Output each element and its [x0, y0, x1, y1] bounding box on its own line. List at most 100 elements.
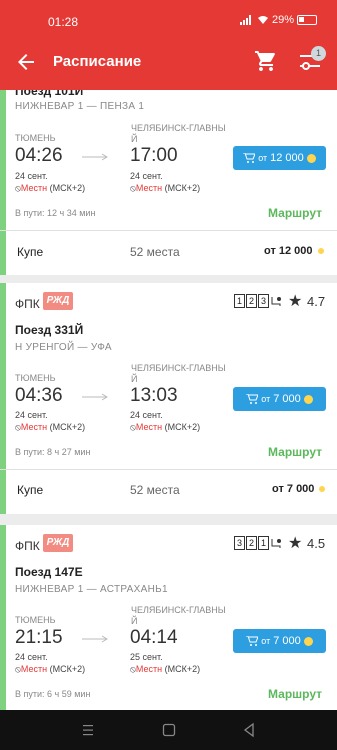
status-bar: 01:28 29%	[0, 0, 337, 36]
arrival-date: 24 сент.	[130, 410, 163, 420]
status-time: 01:28	[48, 15, 79, 29]
local-time-label: Местн	[135, 664, 163, 674]
seat-icon	[271, 297, 281, 306]
arrival-time: 13:03	[130, 385, 178, 406]
class-badge: 3	[234, 536, 245, 550]
msk-offset: (МСК+2)	[162, 664, 201, 674]
class-badge: 2	[246, 294, 257, 308]
price-button[interactable]: от 7 000	[233, 387, 326, 411]
class-price: от 7 000	[272, 483, 326, 495]
train-name: Поезд 147Е	[15, 565, 83, 579]
msk-offset: (МСК+2)	[47, 664, 86, 674]
ticket-card[interactable]: ФПК РЖД 123 ★ 4.7 Поезд 331Й Н УРЕНГОЙ —…	[0, 283, 337, 514]
class-name: Купе	[17, 245, 44, 259]
coin-icon	[319, 486, 326, 493]
arrival-date: 25 сент.	[130, 652, 163, 662]
train-name: Поезд 331Й	[15, 323, 84, 337]
class-price-value: от 7 000	[272, 483, 315, 495]
route-link[interactable]: Маршрут	[268, 687, 322, 701]
travel-time: В пути: 12 ч 34 мин	[15, 208, 96, 218]
cart-icon[interactable]	[254, 49, 278, 73]
price-value: 7 000	[273, 635, 301, 647]
local-time-label: Местн	[20, 664, 48, 674]
price-value: 7 000	[273, 393, 301, 405]
departure-time: 04:36	[15, 385, 63, 406]
msk-offset: (МСК+2)	[47, 422, 86, 432]
carrier-name: ФПК	[15, 539, 40, 553]
menu-icon[interactable]	[80, 722, 96, 738]
class-price-value: от 12 000	[264, 245, 313, 257]
arrow-right-icon	[82, 153, 108, 161]
arrival-tz: ⦸Местн (МСК+2)	[130, 183, 201, 193]
route-link[interactable]: Маршрут	[268, 445, 322, 459]
coin-icon	[317, 248, 324, 255]
rating-value: 4.7	[307, 294, 326, 309]
departure-date: 24 сент.	[15, 652, 48, 662]
price-prefix: от	[258, 153, 268, 163]
status-icons: 29%	[239, 14, 317, 26]
local-time-label: Местн	[20, 183, 48, 193]
train-name: Поезд 101И	[15, 90, 84, 98]
star-icon: ★	[288, 535, 303, 552]
from-station: ТЮМЕНЬ	[15, 133, 56, 143]
ticket-card[interactable]: ФПК РЖД 321 ★ 4.5 Поезд 147Е НИЖНЕВАР 1 …	[0, 525, 337, 710]
to-station: ЧЕЛЯБИНСК-ГЛАВНЫЙ	[131, 363, 226, 384]
from-station: ТЮМЕНЬ	[15, 373, 56, 383]
travel-time: В пути: 6 ч 59 мин	[15, 689, 91, 699]
class-name: Купе	[17, 483, 44, 497]
rating-value: 4.5	[307, 536, 326, 551]
ticket-main: ФПК РЖД 123 ★ 4.7 Поезд 331Й Н УРЕНГОЙ —…	[0, 283, 337, 469]
local-time-label: Местн	[135, 183, 163, 193]
arrival-date: 24 сент.	[130, 171, 163, 181]
ticket-main: ФПК РЖД 321 ★ 4.5 Поезд 147Е НИЖНЕВАР 1 …	[0, 525, 337, 710]
coin-icon	[306, 153, 316, 163]
class-icons: 123	[234, 294, 282, 308]
departure-tz: ⦸Местн (МСК+2)	[15, 422, 86, 432]
class-badge: 2	[246, 536, 257, 550]
cart-icon	[246, 636, 259, 646]
rzd-logo: РЖД	[43, 292, 73, 310]
price-button[interactable]: от 12 000	[233, 146, 326, 170]
system-nav-bar	[0, 710, 337, 750]
rzd-logo: РЖД	[43, 534, 73, 552]
ticket-main: Поезд 101И НИЖНЕВАР 1 — ПЕНЗА 1 ТЮМЕНЬ Ч…	[0, 90, 337, 230]
departure-date: 24 сент.	[15, 410, 48, 420]
arrival-tz: ⦸Местн (МСК+2)	[130, 422, 201, 432]
to-station: ЧЕЛЯБИНСК-ГЛАВНЫЙ	[131, 605, 226, 626]
arrow-right-icon	[82, 635, 108, 643]
departure-time: 04:26	[15, 145, 63, 166]
departure-date: 24 сент.	[15, 171, 48, 181]
arrow-right-icon	[82, 393, 108, 401]
cart-icon	[246, 394, 259, 404]
signal-icon	[239, 15, 254, 25]
filter-badge: 1	[311, 46, 326, 61]
seats-count: 52 места	[130, 245, 180, 259]
arrival-tz: ⦸Местн (МСК+2)	[130, 664, 201, 674]
from-station: ТЮМЕНЬ	[15, 615, 56, 625]
msk-offset: (МСК+2)	[162, 422, 201, 432]
arrow-left-icon[interactable]	[14, 50, 38, 74]
carrier-name: ФПК	[15, 297, 40, 311]
price-button[interactable]: от 7 000	[233, 629, 326, 653]
battery-icon	[297, 15, 317, 25]
page-title: Расписание	[53, 53, 142, 70]
home-icon[interactable]	[161, 722, 177, 738]
class-badge: 1	[258, 536, 269, 550]
train-route: НИЖНЕВАР 1 — ПЕНЗА 1	[15, 101, 145, 112]
route-link[interactable]: Маршрут	[268, 206, 322, 220]
departure-tz: ⦸Местн (МСК+2)	[15, 664, 86, 674]
local-time-label: Местн	[20, 422, 48, 432]
local-time-label: Местн	[135, 422, 163, 432]
schedule-list[interactable]: Поезд 101И НИЖНЕВАР 1 — ПЕНЗА 1 ТЮМЕНЬ Ч…	[0, 90, 337, 710]
seats-count: 52 места	[130, 483, 180, 497]
train-route: Н УРЕНГОЙ — УФА	[15, 342, 112, 353]
app-bar: Расписание 1	[0, 36, 337, 90]
back-icon[interactable]	[241, 722, 257, 738]
class-row[interactable]: Купе 52 места от 12 000	[0, 231, 337, 275]
class-row[interactable]: Купе 52 места от 7 000	[0, 470, 337, 514]
price-prefix: от	[261, 636, 271, 646]
cart-icon	[243, 153, 256, 163]
class-price: от 12 000	[264, 245, 324, 257]
star-icon: ★	[288, 293, 303, 310]
ticket-card[interactable]: Поезд 101И НИЖНЕВАР 1 — ПЕНЗА 1 ТЮМЕНЬ Ч…	[0, 90, 337, 275]
